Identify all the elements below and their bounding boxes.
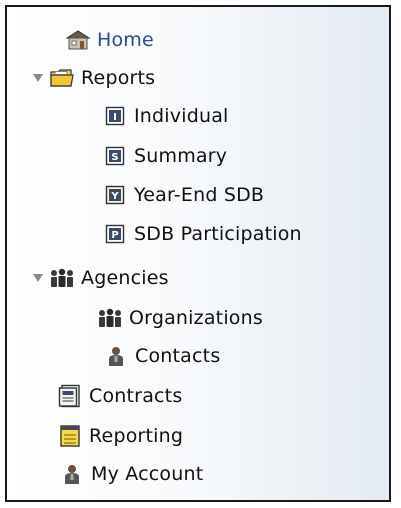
nav-summary-label: Summary — [134, 145, 228, 167]
people-group-icon — [97, 306, 123, 330]
svg-text:I: I — [113, 112, 117, 123]
person-icon — [103, 344, 129, 368]
navigation-panel: Home Reports I Individual S Summary Y Ye… — [5, 5, 391, 502]
contract-icon — [57, 384, 83, 408]
nav-item-agencies[interactable]: Agencies — [31, 263, 169, 293]
nav-item-my-account[interactable]: My Account — [59, 459, 203, 489]
nav-item-home[interactable]: Home — [65, 25, 154, 55]
nav-item-organizations[interactable]: Organizations — [97, 303, 263, 333]
nav-reporting-label: Reporting — [89, 425, 184, 447]
report-p-icon: P — [102, 222, 128, 246]
notepad-icon — [57, 424, 83, 448]
svg-text:S: S — [111, 152, 118, 163]
nav-home-label: Home — [97, 29, 154, 51]
nav-year-end-sdb-label: Year-End SDB — [134, 184, 265, 206]
house-icon — [65, 28, 91, 52]
nav-contacts-label: Contacts — [135, 345, 221, 367]
nav-item-year-end-sdb[interactable]: Y Year-End SDB — [102, 180, 264, 210]
nav-organizations-label: Organizations — [129, 307, 263, 329]
nav-item-individual[interactable]: I Individual — [102, 101, 229, 131]
nav-item-contracts[interactable]: Contracts — [57, 381, 182, 411]
svg-text:Y: Y — [110, 191, 119, 202]
people-group-icon — [49, 266, 75, 290]
expand-arrow-icon[interactable] — [31, 271, 45, 285]
report-y-icon: Y — [102, 183, 128, 207]
person-icon — [59, 462, 85, 486]
svg-text:P: P — [111, 230, 118, 241]
report-i-icon: I — [102, 104, 128, 128]
nav-contracts-label: Contracts — [89, 385, 183, 407]
nav-agencies-label: Agencies — [81, 267, 169, 289]
report-s-icon: S — [102, 144, 128, 168]
nav-reports-label: Reports — [81, 67, 156, 89]
expand-arrow-icon[interactable] — [31, 71, 45, 85]
nav-item-reporting[interactable]: Reporting — [57, 421, 183, 451]
nav-sdb-participation-label: SDB Participation — [134, 223, 302, 245]
nav-item-summary[interactable]: S Summary — [102, 141, 227, 171]
nav-my-account-label: My Account — [91, 463, 204, 485]
nav-item-contacts[interactable]: Contacts — [103, 341, 220, 371]
nav-individual-label: Individual — [134, 105, 229, 127]
nav-item-reports[interactable]: Reports — [31, 63, 155, 93]
folder-icon — [49, 66, 75, 90]
nav-item-sdb-participation[interactable]: P SDB Participation — [102, 219, 302, 249]
